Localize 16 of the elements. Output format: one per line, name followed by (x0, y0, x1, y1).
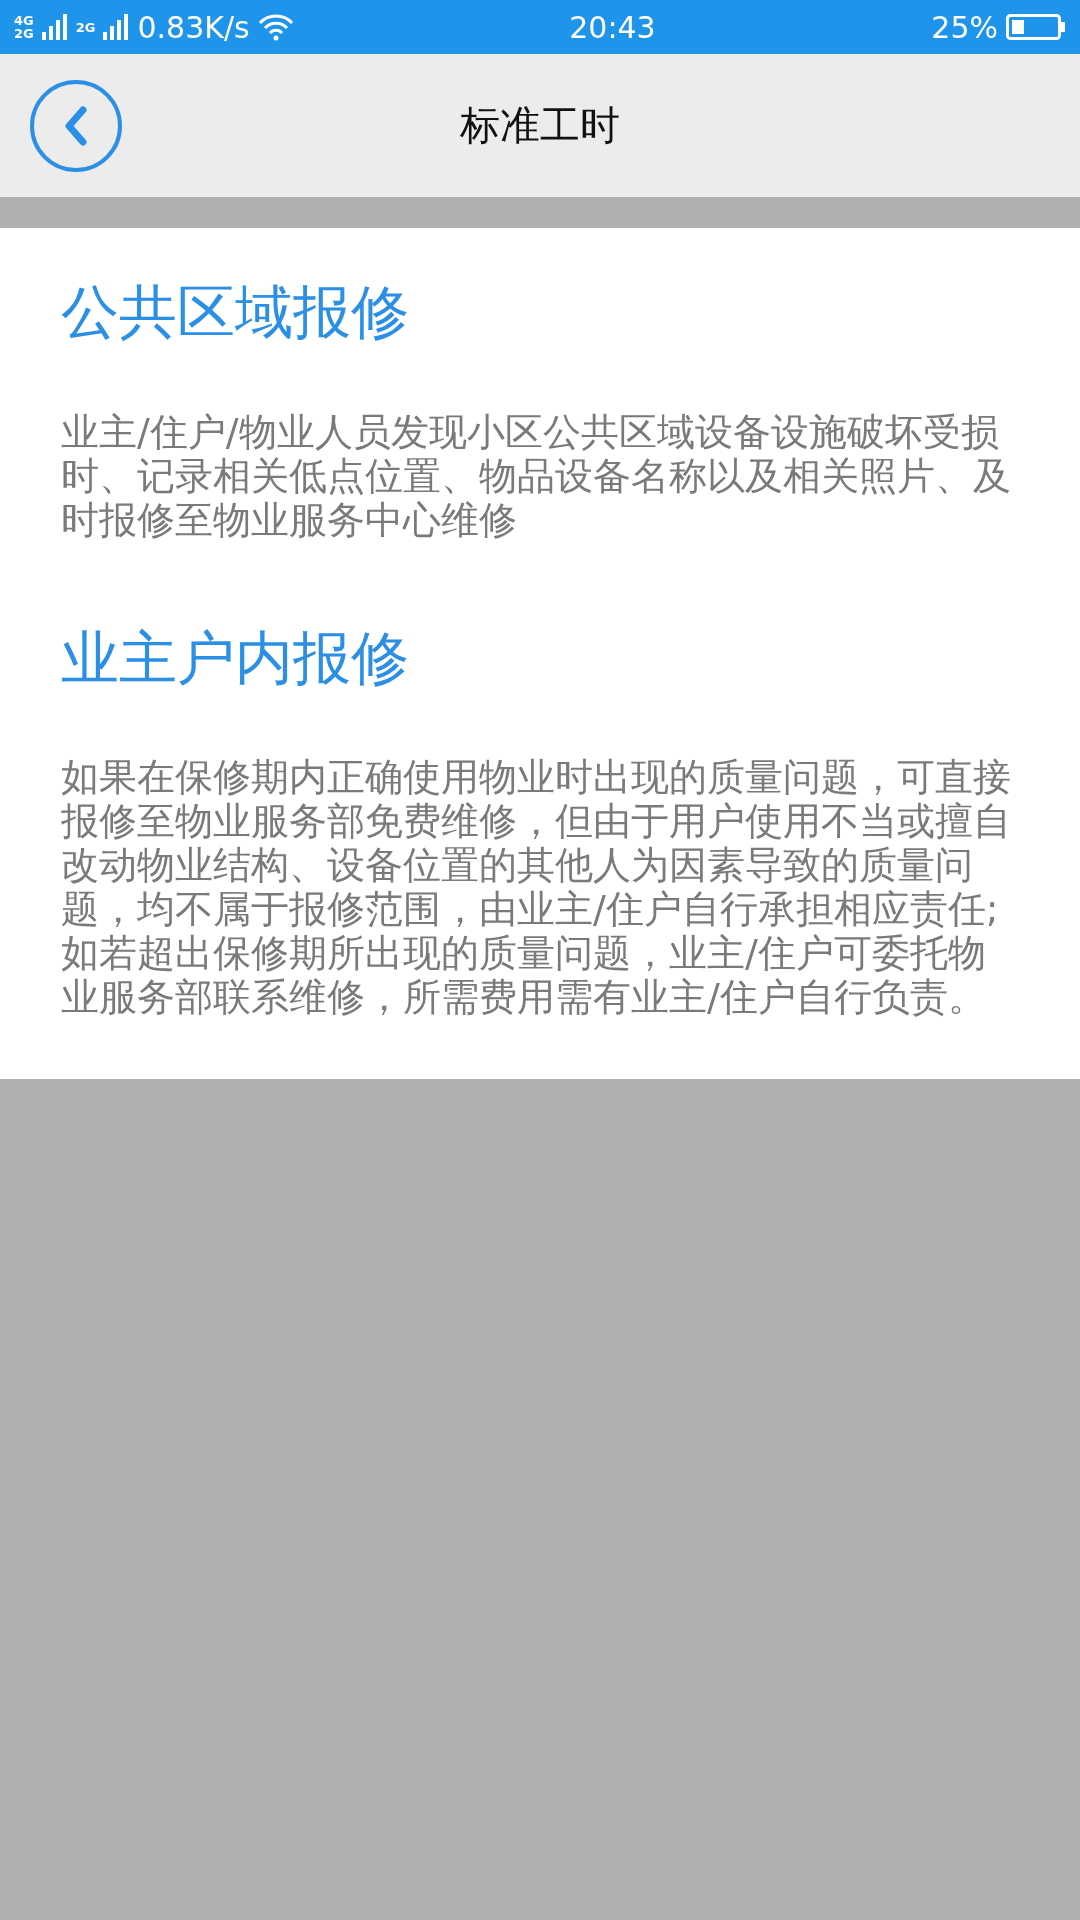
network-label: 2G (75, 19, 96, 35)
signal-icon (103, 14, 130, 40)
network-label: 2G (14, 27, 34, 40)
clock: 20:43 (569, 9, 656, 45)
battery-icon (1006, 14, 1066, 40)
section-text: 业主/住户/物业人员发现小区公共区域设备设施破坏受损时、记录相关低点位置、物品设备名称以及相关照片、及时报修至物业服务中心维修 (61, 409, 1012, 542)
network-speed: 0.83K/s (137, 9, 250, 45)
battery-percent: 25% (931, 9, 998, 45)
network-label: 4G (14, 14, 34, 27)
section-heading: 业主户内报修 (61, 623, 410, 694)
wifi-icon (257, 13, 294, 41)
signal-icon (41, 14, 68, 40)
section-text: 如果在保修期内正确使用物业时出现的质量问题，可直接报修至物业服务部免费维修，但由于用户使用不当或擅自改动物业结构、设备位置的其他人为因素导致的质量问题，均不属于报修范围，由业主/住户自行承担相应责任;如若超出保修期所出现的质量问题，业主/住户可委托物业服务部联系维修，所需费用需有业主/住户自行负责。 (61, 755, 1012, 1020)
page-title: 标准工时 (460, 101, 620, 150)
back-button[interactable] (30, 80, 122, 172)
section-heading: 公共区域报修 (61, 278, 410, 348)
